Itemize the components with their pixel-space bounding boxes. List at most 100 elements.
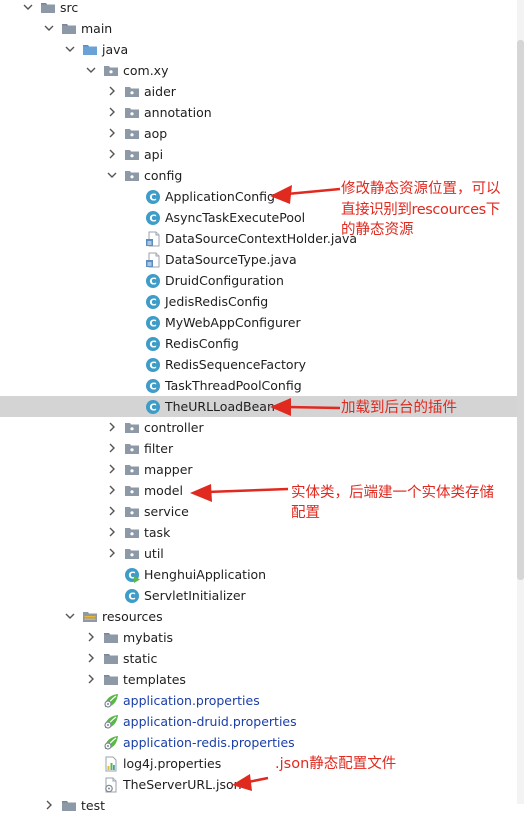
- chevron-down-icon[interactable]: [64, 606, 76, 627]
- svg-text:C: C: [149, 277, 156, 288]
- chevron-down-icon[interactable]: [85, 60, 97, 81]
- tree-item-aop[interactable]: aop: [0, 123, 517, 144]
- tree-item-label: HenghuiApplication: [144, 567, 267, 582]
- java-class-icon: C: [145, 336, 161, 351]
- tree-item-label: application-druid.properties: [123, 714, 297, 729]
- spring-properties-icon: [103, 735, 119, 750]
- tree-item-label: com.xy: [123, 63, 169, 78]
- tree-item-label: annotation: [144, 105, 212, 120]
- tree-item-main[interactable]: main: [0, 18, 517, 39]
- chevron-right-icon[interactable]: [106, 81, 118, 102]
- chevron-down-icon[interactable]: [22, 0, 34, 18]
- java-class-icon: C: [145, 378, 161, 393]
- chevron-right-icon[interactable]: [106, 417, 118, 438]
- tree-item-label: MyWebAppConfigurer: [165, 315, 301, 330]
- package-icon: [124, 462, 140, 477]
- package-icon: [124, 147, 140, 162]
- tree-item-label: src: [60, 0, 79, 15]
- tree-item-henghuiapplication[interactable]: C HenghuiApplication: [0, 564, 517, 585]
- folder-icon: [103, 651, 119, 666]
- package-icon: [124, 420, 140, 435]
- chevron-right-icon[interactable]: [106, 459, 118, 480]
- chevron-right-icon[interactable]: [85, 669, 97, 690]
- tree-item-com-xy[interactable]: com.xy: [0, 60, 517, 81]
- tree-item-label: mapper: [144, 462, 193, 477]
- chevron-right-icon[interactable]: [43, 795, 55, 816]
- svg-text:C: C: [149, 403, 156, 414]
- chevron-right-icon[interactable]: [106, 144, 118, 165]
- tree-item-label: TheURLLoadBean: [165, 399, 275, 414]
- chevron-down-icon[interactable]: [64, 39, 76, 60]
- spring-boot-class-icon: C: [124, 567, 140, 583]
- tree-item-java[interactable]: java: [0, 39, 517, 60]
- model-annotation-line2: 配置: [291, 505, 320, 521]
- tree-item-redisconfig[interactable]: C RedisConfig: [0, 333, 517, 354]
- tree-item-controller[interactable]: controller: [0, 417, 517, 438]
- tree-item-theserverurl-json[interactable]: TheServerURL.json: [0, 774, 517, 795]
- tree-item-mapper[interactable]: mapper: [0, 459, 517, 480]
- tree-item-datasourcecontextholder-java[interactable]: DataSourceContextHolder.java: [0, 228, 517, 249]
- tree-item-log4j-properties[interactable]: log4j.properties: [0, 753, 517, 774]
- svg-text:C: C: [149, 298, 156, 309]
- tree-item-datasourcetype-java[interactable]: DataSourceType.java: [0, 249, 517, 270]
- chevron-right-icon[interactable]: [85, 648, 97, 669]
- tree-item-aider[interactable]: aider: [0, 81, 517, 102]
- tree-item-label: static: [123, 651, 158, 666]
- tree-item-templates[interactable]: templates: [0, 669, 517, 690]
- tree-item-label: task: [144, 525, 171, 540]
- tree-item-src[interactable]: src: [0, 0, 517, 18]
- tree-item-static[interactable]: static: [0, 648, 517, 669]
- tree-item-service[interactable]: service: [0, 501, 517, 522]
- tree-item-jedisredisconfig[interactable]: C JedisRedisConfig: [0, 291, 517, 312]
- tree-item-label: log4j.properties: [123, 756, 222, 771]
- tree-item-application-redis-properties[interactable]: application-redis.properties: [0, 732, 517, 753]
- scrollbar-thumb[interactable]: [517, 40, 524, 580]
- tree-item-mywebappconfigurer[interactable]: C MyWebAppConfigurer: [0, 312, 517, 333]
- config-annotation-line2: 直接识别到rescources下: [341, 202, 500, 218]
- tree-item-label: application-redis.properties: [123, 735, 295, 750]
- tree-item-label: DataSourceType.java: [165, 252, 297, 267]
- tree-item-label: test: [81, 798, 106, 813]
- chevron-right-icon[interactable]: [106, 522, 118, 543]
- tree-item-label: controller: [144, 420, 204, 435]
- chevron-right-icon[interactable]: [106, 480, 118, 501]
- source-folder-icon: [82, 42, 98, 57]
- svg-text:C: C: [149, 193, 156, 204]
- tree-item-test[interactable]: test: [0, 795, 517, 816]
- tree-item-label: TaskThreadPoolConfig: [165, 378, 302, 393]
- tree-item-annotation[interactable]: annotation: [0, 102, 517, 123]
- chevron-down-icon[interactable]: [106, 165, 118, 186]
- svg-text:C: C: [149, 319, 156, 330]
- model-annotation-line1: 实体类，后端建一个实体类存储: [291, 485, 494, 501]
- java-class-icon: C: [145, 294, 161, 309]
- tree-item-application-druid-properties[interactable]: application-druid.properties: [0, 711, 517, 732]
- tree-item-task[interactable]: task: [0, 522, 517, 543]
- chevron-right-icon[interactable]: [106, 543, 118, 564]
- package-icon: [124, 525, 140, 540]
- tree-item-api[interactable]: api: [0, 144, 517, 165]
- resources-folder-icon: [82, 609, 98, 624]
- tree-item-redissequencefactory[interactable]: C RedisSequenceFactory: [0, 354, 517, 375]
- tree-item-application-properties[interactable]: application.properties: [0, 690, 517, 711]
- chevron-right-icon[interactable]: [106, 501, 118, 522]
- tree-item-servletinitializer[interactable]: C ServletInitializer: [0, 585, 517, 606]
- tree-item-label: model: [144, 483, 183, 498]
- properties-file-icon: [103, 756, 119, 772]
- chevron-right-icon[interactable]: [85, 627, 97, 648]
- tree-item-filter[interactable]: filter: [0, 438, 517, 459]
- tree-item-label: ServletInitializer: [144, 588, 246, 603]
- chevron-down-icon[interactable]: [43, 18, 55, 39]
- vertical-scrollbar[interactable]: [517, 0, 524, 804]
- tree-item-label: DruidConfiguration: [165, 273, 284, 288]
- tree-item-label: AsyncTaskExecutePool: [165, 210, 306, 225]
- tree-item-taskthreadpoolconfig[interactable]: C TaskThreadPoolConfig: [0, 375, 517, 396]
- tree-item-util[interactable]: util: [0, 543, 517, 564]
- package-icon: [124, 168, 140, 183]
- chevron-right-icon[interactable]: [106, 123, 118, 144]
- tree-item-label: main: [81, 21, 113, 36]
- chevron-right-icon[interactable]: [106, 102, 118, 123]
- tree-item-resources[interactable]: resources: [0, 606, 517, 627]
- tree-item-druidconfiguration[interactable]: C DruidConfiguration: [0, 270, 517, 291]
- tree-item-mybatis[interactable]: mybatis: [0, 627, 517, 648]
- chevron-right-icon[interactable]: [106, 438, 118, 459]
